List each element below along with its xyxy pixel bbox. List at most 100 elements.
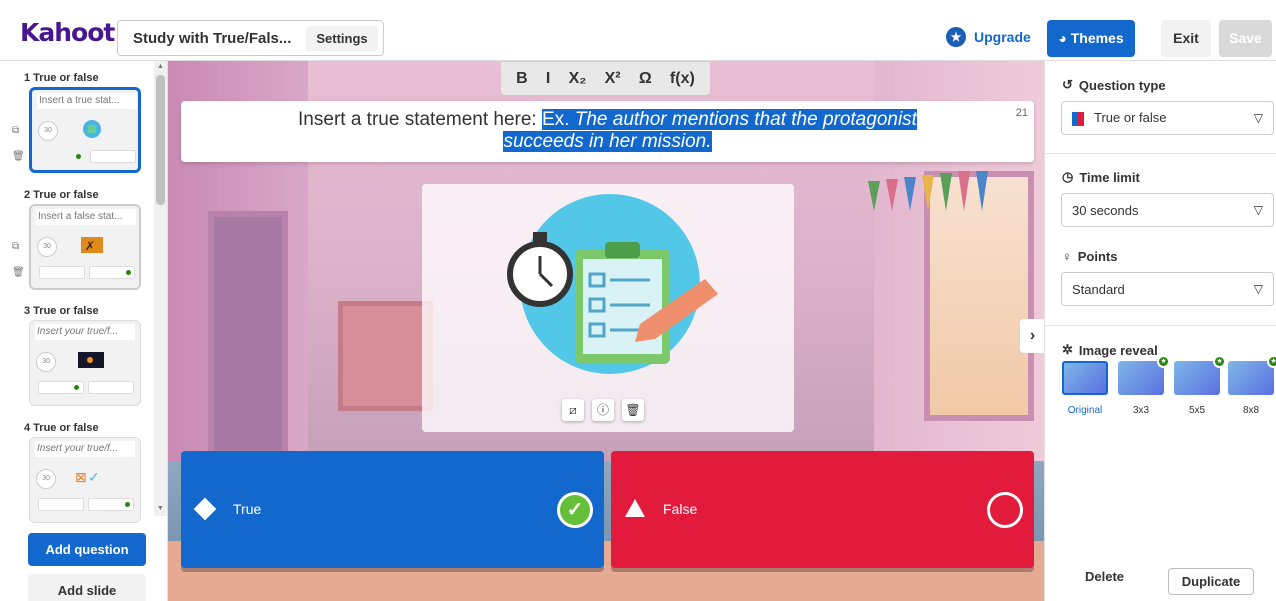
question-type-value: True or false [1094, 110, 1167, 126]
question-canvas: B I X₂ X² Ω f(x) Insert a true statement… [168, 61, 1044, 601]
trash-icon[interactable]: 🗑 [12, 151, 25, 162]
question-image[interactable] [480, 194, 730, 374]
answer-false[interactable]: False [611, 451, 1034, 568]
kahoot-title-field[interactable]: Study with True/Fals... Settings [117, 20, 384, 56]
subscript-button[interactable]: X₂ [569, 70, 587, 88]
points-heading: ♀ Points [1062, 249, 1117, 264]
question-item-1[interactable]: 1 True or false ⧉ 🗑 Insert a true stat..… [0, 72, 154, 187]
correct-dot [76, 154, 81, 159]
question-item-4[interactable]: 4 True or false Insert your true/f... 30… [0, 422, 154, 537]
themes-label: Themes [1070, 30, 1124, 46]
question-thumbnail[interactable]: Insert your true/f... 30 [29, 320, 141, 406]
save-button[interactable]: Save [1219, 20, 1272, 57]
triangle-icon [625, 499, 645, 517]
points-select[interactable]: Standard ▽ [1061, 272, 1274, 306]
time-badge: 30 [38, 121, 58, 141]
bold-button[interactable]: B [516, 70, 528, 88]
reveal-3x3[interactable]: ★ [1118, 355, 1170, 395]
answer-true[interactable]: True ✓ [181, 451, 604, 568]
reveal-8x8[interactable]: ★ [1228, 355, 1276, 395]
chevron-down-icon: ▽ [1253, 203, 1263, 217]
reveal-label: 3x3 [1132, 405, 1150, 416]
trash-icon[interactable]: 🗑 [622, 399, 644, 421]
question-type-title: Question type [1078, 77, 1166, 93]
reveal-label: Original [1067, 405, 1103, 416]
time-limit-select[interactable]: 30 seconds ▽ [1061, 193, 1274, 227]
upgrade-link[interactable]: ★ Upgrade [946, 27, 1031, 47]
media-area[interactable]: ⧄ ⓘ 🗑 [422, 184, 794, 432]
thumbnail-image: ✗ [81, 237, 103, 253]
question-thumbnail-title: Insert a true stat... [37, 93, 137, 109]
kahoot-logo[interactable]: Kahoot! [20, 18, 126, 47]
themes-button[interactable]: ◕ Themes [1047, 20, 1135, 57]
divider [1045, 325, 1276, 326]
duplicate-button[interactable]: Duplicate [1168, 568, 1254, 595]
kahoot-title[interactable]: Study with True/Fals... [133, 30, 291, 47]
svg-text:⊠: ⊠ [75, 470, 87, 486]
divider [1045, 153, 1276, 154]
correct-dot [125, 502, 130, 507]
question-text-field[interactable]: Insert a true statement here: Ex. The au… [181, 101, 1034, 162]
chevron-down-icon: ▽ [1253, 282, 1263, 296]
answer-false-label: False [663, 501, 698, 517]
time-limit-value: 30 seconds [1072, 202, 1139, 218]
thumbnail-image [78, 352, 104, 368]
question-text[interactable]: Insert a true statement here: Ex. The au… [181, 109, 1034, 153]
svg-text:✗: ✗ [85, 239, 95, 253]
correct-dot [74, 385, 79, 390]
image-reveal-title: Image reveal [1078, 342, 1158, 358]
scroll-down-icon[interactable]: ▼ [156, 505, 165, 513]
question-item-2[interactable]: 2 True or false ⧉ 🗑 Insert a false stat.… [0, 189, 154, 304]
thumbnail-image [83, 120, 101, 138]
reveal-5x5[interactable]: ★ [1174, 355, 1226, 395]
special-char-button[interactable]: Ω [639, 70, 652, 88]
answer-true-label: True [233, 501, 262, 517]
question-list-sidebar: 1 True or false ⧉ 🗑 Insert a true stat..… [0, 61, 168, 601]
collapse-panel-chevron-icon[interactable]: › [1020, 319, 1044, 353]
question-thumbnail-title: Insert your true/f... [35, 441, 135, 457]
duplicate-icon[interactable]: ⧉ [12, 241, 19, 252]
question-item-3[interactable]: 3 True or false Insert your true/f... 30 [0, 305, 154, 420]
correct-check-icon[interactable]: ✓ [557, 492, 593, 528]
premium-star-icon: ★ [1267, 355, 1276, 368]
question-thumbnail[interactable]: Insert a false stat... 30 ✗ [29, 204, 141, 290]
incorrect-circle-icon[interactable] [987, 492, 1023, 528]
reveal-label: 5x5 [1188, 405, 1206, 416]
duplicate-icon[interactable]: ⧉ [12, 125, 19, 136]
sidebar-scrollbar[interactable]: ▲ ▼ [154, 61, 167, 516]
kahoot-editor: Kahoot! Study with True/Fals... Settings… [0, 0, 1276, 601]
question-type-select[interactable]: True or false ▽ [1061, 101, 1274, 135]
selected-text-italic-2: succeeds in her mission. [503, 131, 712, 152]
palette-icon: ◕ [1058, 30, 1071, 46]
diamond-icon [193, 497, 217, 521]
question-thumbnail[interactable]: Insert a true stat... 30 [29, 87, 141, 173]
time-limit-title: Time limit [1079, 169, 1140, 185]
premium-star-icon: ★ [1157, 355, 1170, 368]
crop-icon[interactable]: ⧄ [562, 399, 584, 421]
svg-text:✓: ✓ [88, 470, 100, 486]
equation-button[interactable]: f(x) [670, 70, 695, 88]
answer-slot [90, 150, 136, 163]
italic-button[interactable]: I [546, 70, 550, 88]
answer-slot [88, 381, 134, 394]
delete-button[interactable]: Delete [1085, 569, 1124, 584]
scrollbar-thumb[interactable] [156, 75, 165, 205]
info-icon[interactable]: ⓘ [592, 399, 614, 421]
time-badge: 30 [36, 352, 56, 372]
superscript-button[interactable]: X² [605, 70, 621, 88]
add-question-button[interactable]: Add question [28, 533, 146, 566]
correct-dot [126, 270, 131, 275]
settings-button[interactable]: Settings [306, 26, 378, 51]
add-slide-button[interactable]: Add slide [28, 574, 146, 601]
trash-icon[interactable]: 🗑 [12, 267, 25, 278]
selected-text-line2: succeeds in her mission. [503, 131, 712, 152]
scroll-up-icon[interactable]: ▲ [156, 63, 165, 71]
question-thumbnail[interactable]: Insert your true/f... 30 ⊠ ✓ [29, 437, 141, 523]
media-tools: ⧄ ⓘ 🗑 [562, 399, 644, 421]
character-counter: 21 [1015, 107, 1028, 119]
selected-text: Ex. The author mentions that the protago… [542, 109, 917, 130]
star-icon: ★ [946, 27, 966, 47]
exit-button[interactable]: Exit [1161, 20, 1211, 57]
reveal-original[interactable] [1062, 361, 1108, 395]
true-false-icon [1072, 111, 1084, 126]
